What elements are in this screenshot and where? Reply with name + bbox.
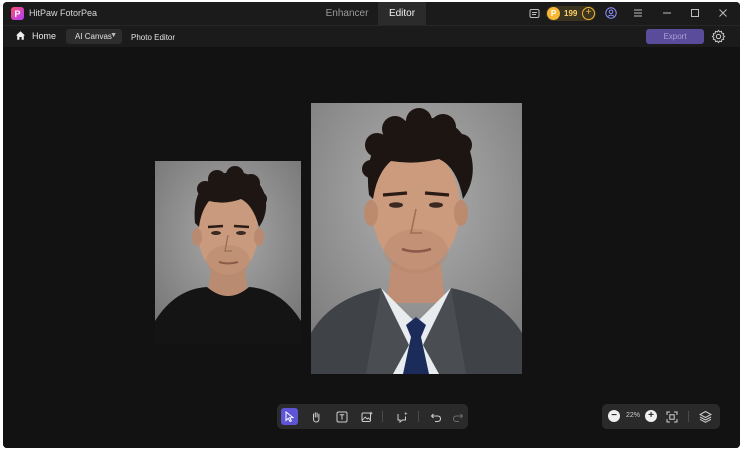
zoom-out-icon[interactable]: − (608, 410, 620, 422)
gear-icon[interactable] (711, 29, 726, 44)
account-icon[interactable] (604, 6, 618, 20)
undo-icon[interactable] (427, 408, 444, 425)
fit-screen-icon[interactable] (663, 408, 680, 425)
home-label: Home (32, 30, 57, 41)
layers-icon[interactable] (697, 408, 714, 425)
canvas-image-left[interactable] (155, 161, 301, 344)
divider (382, 411, 383, 422)
select-arrow-icon[interactable] (281, 408, 298, 425)
zoom-controls: − 22% + (602, 404, 720, 429)
divider (418, 411, 419, 422)
redo-icon[interactable] (449, 408, 466, 425)
minimize-icon[interactable] (660, 6, 674, 20)
canvas-mode-value: AI Canvas (75, 32, 112, 41)
home-icon (16, 31, 25, 40)
top-toolbar: Home AI Canvas ▼ Photo Editor Export (3, 25, 740, 47)
add-credits-icon[interactable]: + (582, 7, 595, 20)
coin-icon: P (547, 7, 560, 20)
image-add-icon[interactable] (358, 408, 375, 425)
hand-icon[interactable] (307, 408, 324, 425)
menu-icon[interactable] (631, 6, 645, 20)
app-logo-icon: P (11, 7, 24, 20)
tab-enhancer[interactable]: Enhancer (316, 2, 378, 25)
maximize-icon[interactable] (688, 6, 702, 20)
chevron-down-icon: ▼ (110, 32, 117, 39)
app-title: HitPaw FotorPea (29, 8, 98, 18)
ai-chat-icon[interactable] (393, 408, 410, 425)
home-button[interactable]: Home (15, 30, 56, 41)
tab-editor[interactable]: Editor (378, 2, 426, 25)
text-icon[interactable] (333, 408, 350, 425)
export-button[interactable]: Export (646, 29, 704, 44)
close-icon[interactable] (716, 6, 730, 20)
zoom-in-icon[interactable]: + (645, 410, 657, 422)
title-bar: P HitPaw FotorPea Enhancer Editor P 199 … (3, 2, 740, 25)
canvas-mode-select[interactable]: AI Canvas ▼ (66, 29, 122, 44)
zoom-level: 22% (626, 412, 641, 419)
editor-canvas[interactable]: − 22% + (3, 47, 740, 448)
divider (688, 411, 689, 422)
app-window: P HitPaw FotorPea Enhancer Editor P 199 … (3, 2, 740, 448)
credits-count: 199 (564, 9, 578, 18)
feedback-icon[interactable] (527, 6, 541, 20)
bottom-toolbar (277, 404, 468, 429)
credits-pill[interactable]: P 199 + (546, 6, 596, 21)
canvas-image-right[interactable] (311, 103, 522, 374)
breadcrumb: Photo Editor (131, 33, 176, 42)
